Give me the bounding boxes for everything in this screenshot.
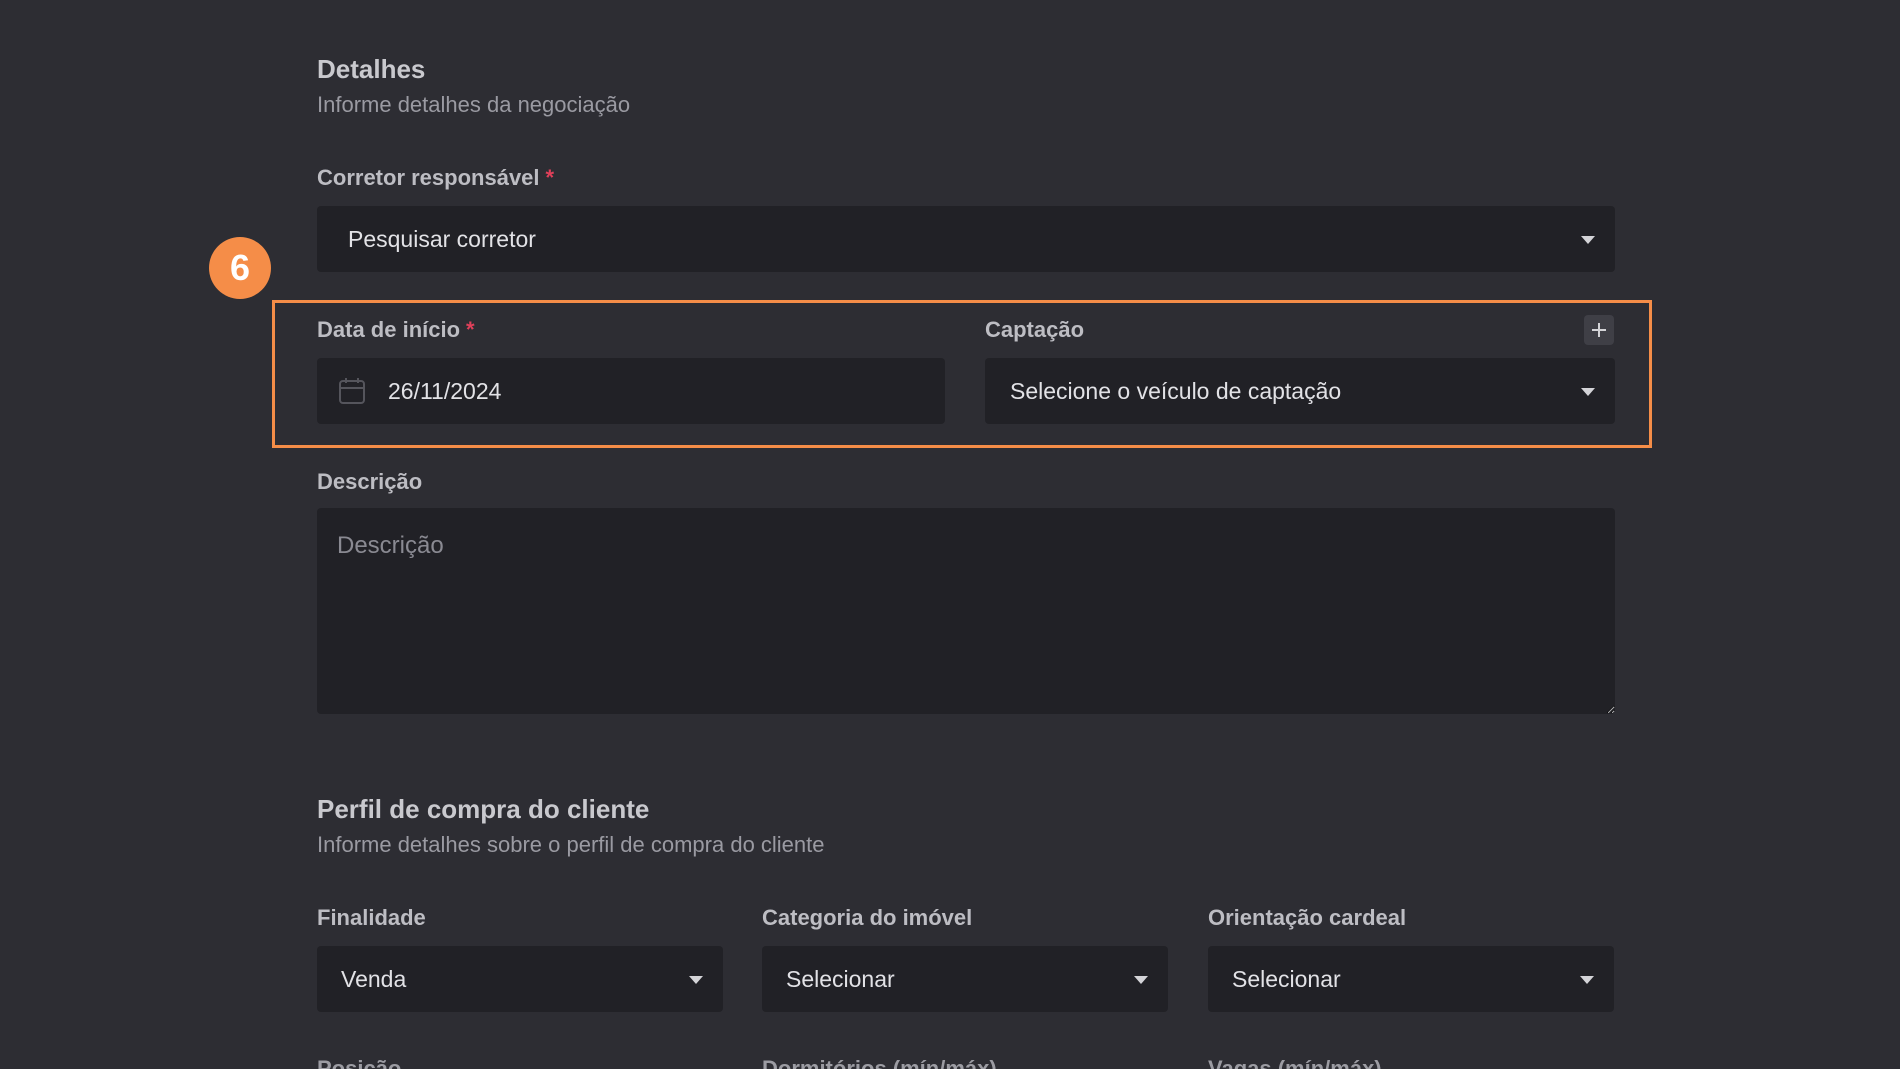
category-label: Categoria do imóvel [762,905,973,930]
capture-select[interactable]: Selecione o veículo de captação [985,358,1615,424]
chevron-down-icon [1581,388,1595,396]
orientation-label: Orientação cardeal [1208,905,1407,930]
profile-subtitle: Informe detalhes sobre o perfil de compr… [317,832,825,857]
broker-label: Corretor responsável * [317,165,554,191]
purpose-label: Finalidade [317,905,426,930]
chevron-down-icon [1581,236,1595,244]
start-date-label: Data de início * [317,317,475,343]
category-select[interactable]: Selecionar [762,946,1168,1012]
required-mark: * [466,317,475,342]
bedrooms-label: Dormitórios (mín/máx) [762,1056,997,1069]
start-date-label-text: Data de início [317,317,461,342]
capture-label: Captação [985,317,1085,342]
details-subtitle: Informe detalhes da negociação [317,92,631,117]
start-date-input[interactable]: 26/11/2024 [317,358,945,424]
category-select-value: Selecionar [786,965,895,992]
broker-select-value: Pesquisar corretor [348,225,536,252]
profile-title: Perfil de compra do cliente [317,794,650,824]
purpose-select-value: Venda [341,965,407,992]
orientation-select[interactable]: Selecionar [1208,946,1614,1012]
calendar-icon [338,377,366,410]
chevron-down-icon [1580,976,1594,984]
description-label: Descrição [317,469,423,494]
purpose-select[interactable]: Venda [317,946,723,1012]
plus-icon [1592,323,1606,337]
parking-label: Vagas (mín/máx) [1208,1056,1382,1069]
details-title: Detalhes [317,54,426,84]
page: Detalhes Informe detalhes da negociação … [0,0,1900,1069]
broker-label-text: Corretor responsável [317,165,540,190]
capture-select-value: Selecione o veículo de captação [1010,377,1342,404]
description-textarea[interactable] [317,508,1615,714]
required-mark: * [545,165,555,190]
broker-select[interactable]: Pesquisar corretor [317,206,1615,272]
add-capture-button[interactable] [1584,315,1614,345]
start-date-value: 26/11/2024 [388,377,502,404]
chevron-down-icon [689,976,703,984]
step-badge: 6 [209,237,271,299]
chevron-down-icon [1134,976,1148,984]
position-label: Posição [317,1056,402,1069]
orientation-select-value: Selecionar [1232,965,1341,992]
